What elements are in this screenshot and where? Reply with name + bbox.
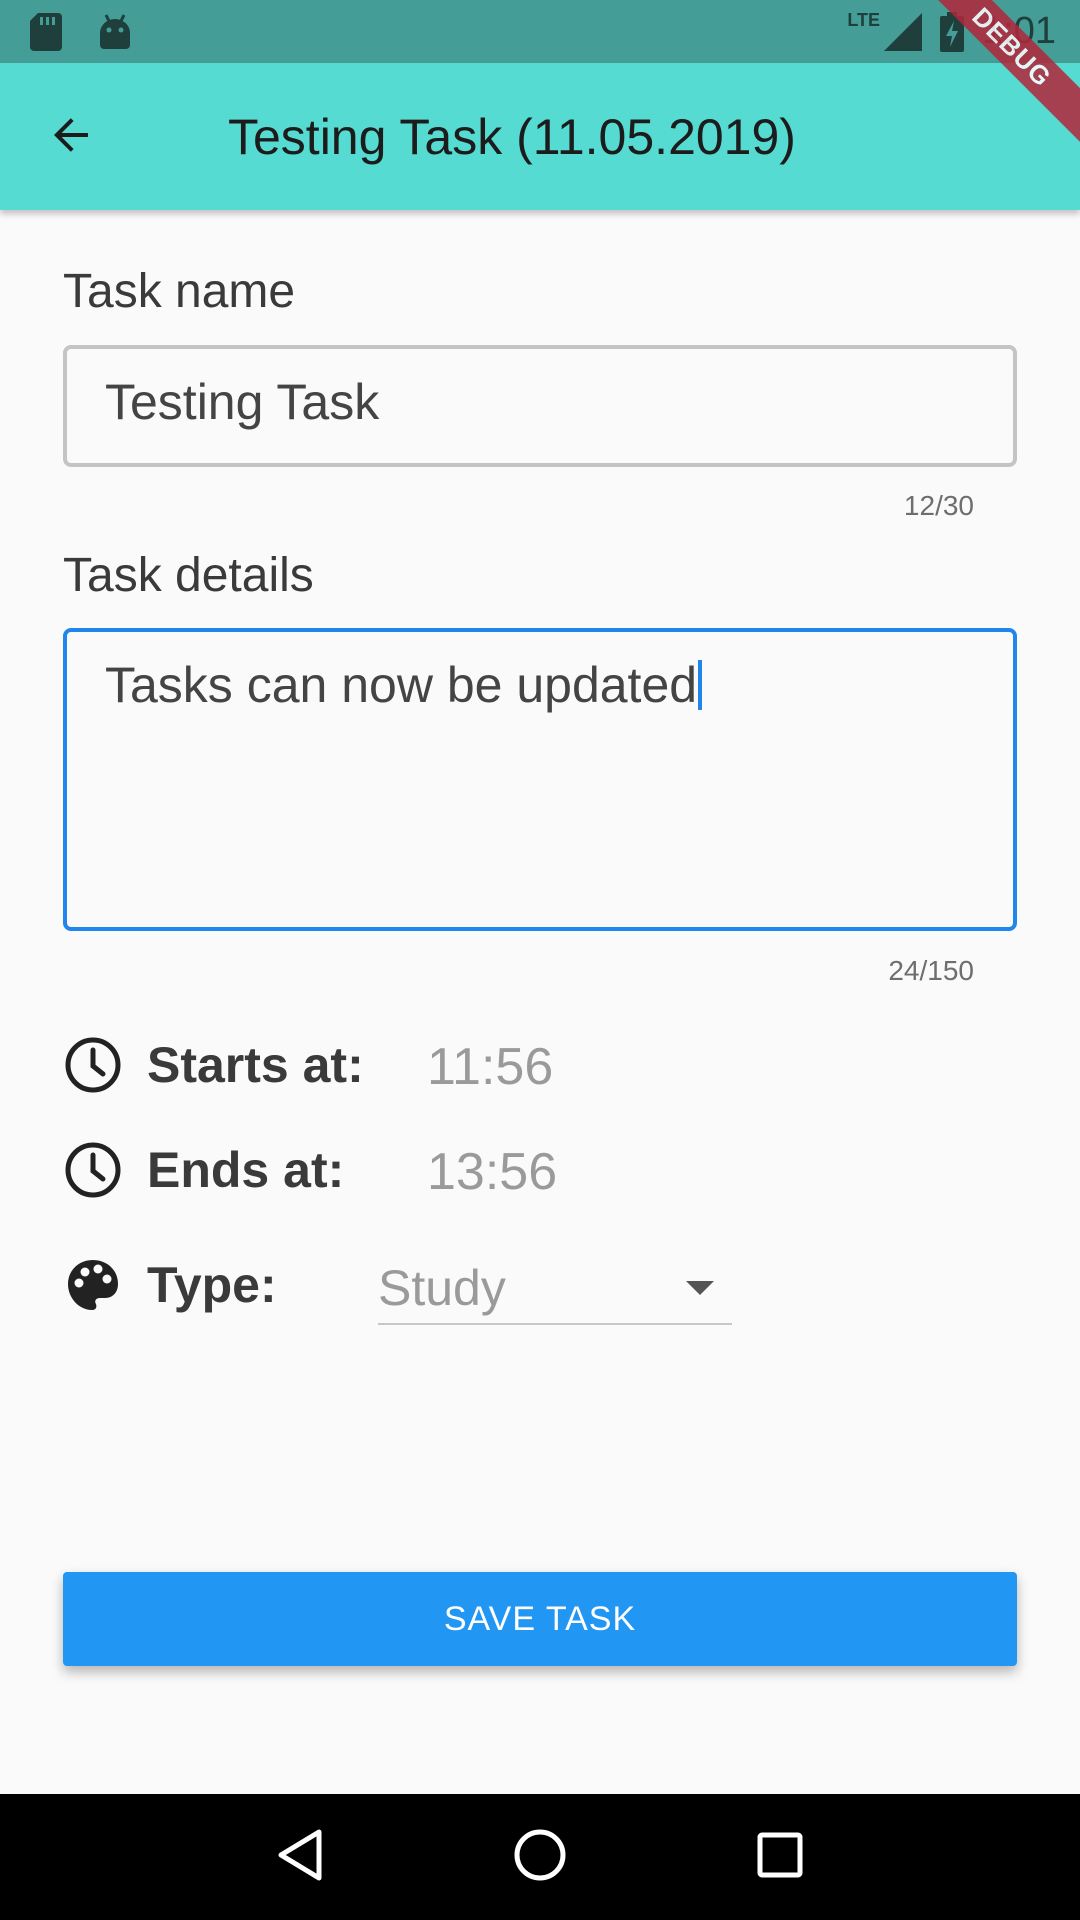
back-triangle-icon <box>275 1828 325 1887</box>
task-details-counter: 24/150 <box>888 955 974 986</box>
status-bar-left <box>30 12 132 51</box>
type-label: Type: <box>147 1257 277 1313</box>
network-type: LTE <box>847 10 881 30</box>
starts-at-label: Starts at: <box>147 1037 364 1093</box>
task-details-value: Tasks can now be updated <box>105 657 698 713</box>
type-row: Type: <box>63 1250 277 1320</box>
arrow-back-icon <box>48 111 96 164</box>
type-dropdown-value: Study <box>378 1260 506 1316</box>
task-name-value: Testing Task <box>105 374 380 430</box>
type-dropdown[interactable]: Study <box>378 1253 732 1325</box>
signal-icon <box>884 12 923 51</box>
nav-recents-button[interactable] <box>740 1817 820 1897</box>
text-cursor <box>698 660 703 710</box>
nav-back-button[interactable] <box>260 1817 340 1897</box>
home-circle-icon <box>513 1828 567 1887</box>
task-name-label: Task name <box>63 265 296 318</box>
save-task-button[interactable]: SAVE TASK <box>63 1572 1017 1666</box>
system-nav-bar <box>0 1794 1080 1920</box>
dropdown-arrow-icon <box>686 1281 714 1295</box>
end-time-value[interactable]: 13:56 <box>427 1142 557 1202</box>
ends-at-row[interactable]: Ends at: <box>63 1135 344 1205</box>
page-title: Testing Task (11.05.2019) <box>228 109 796 165</box>
starts-at-row[interactable]: Starts at: <box>63 1030 364 1100</box>
clock-icon <box>63 1140 123 1200</box>
task-name-counter: 12/30 <box>903 490 974 521</box>
nav-home-button[interactable] <box>500 1817 580 1897</box>
status-bar: LTE 1:01 <box>0 0 1080 63</box>
ends-at-label: Ends at: <box>147 1142 345 1198</box>
clock-icon <box>63 1035 123 1095</box>
task-details-input[interactable]: Tasks can now be updated <box>63 628 1017 931</box>
app-bar: Testing Task (11.05.2019) <box>0 63 1080 210</box>
back-button[interactable] <box>36 101 108 173</box>
screen: LTE 1:01 DEBUG Testing Task (11.05.2019)… <box>0 0 1080 1920</box>
task-name-input[interactable]: Testing Task <box>63 345 1017 467</box>
task-details-label: Task details <box>63 549 314 602</box>
palette-icon <box>63 1255 123 1315</box>
start-time-value[interactable]: 11:56 <box>427 1037 553 1097</box>
recents-square-icon <box>756 1831 804 1884</box>
android-icon <box>98 13 132 51</box>
sd-card-icon <box>30 12 62 51</box>
